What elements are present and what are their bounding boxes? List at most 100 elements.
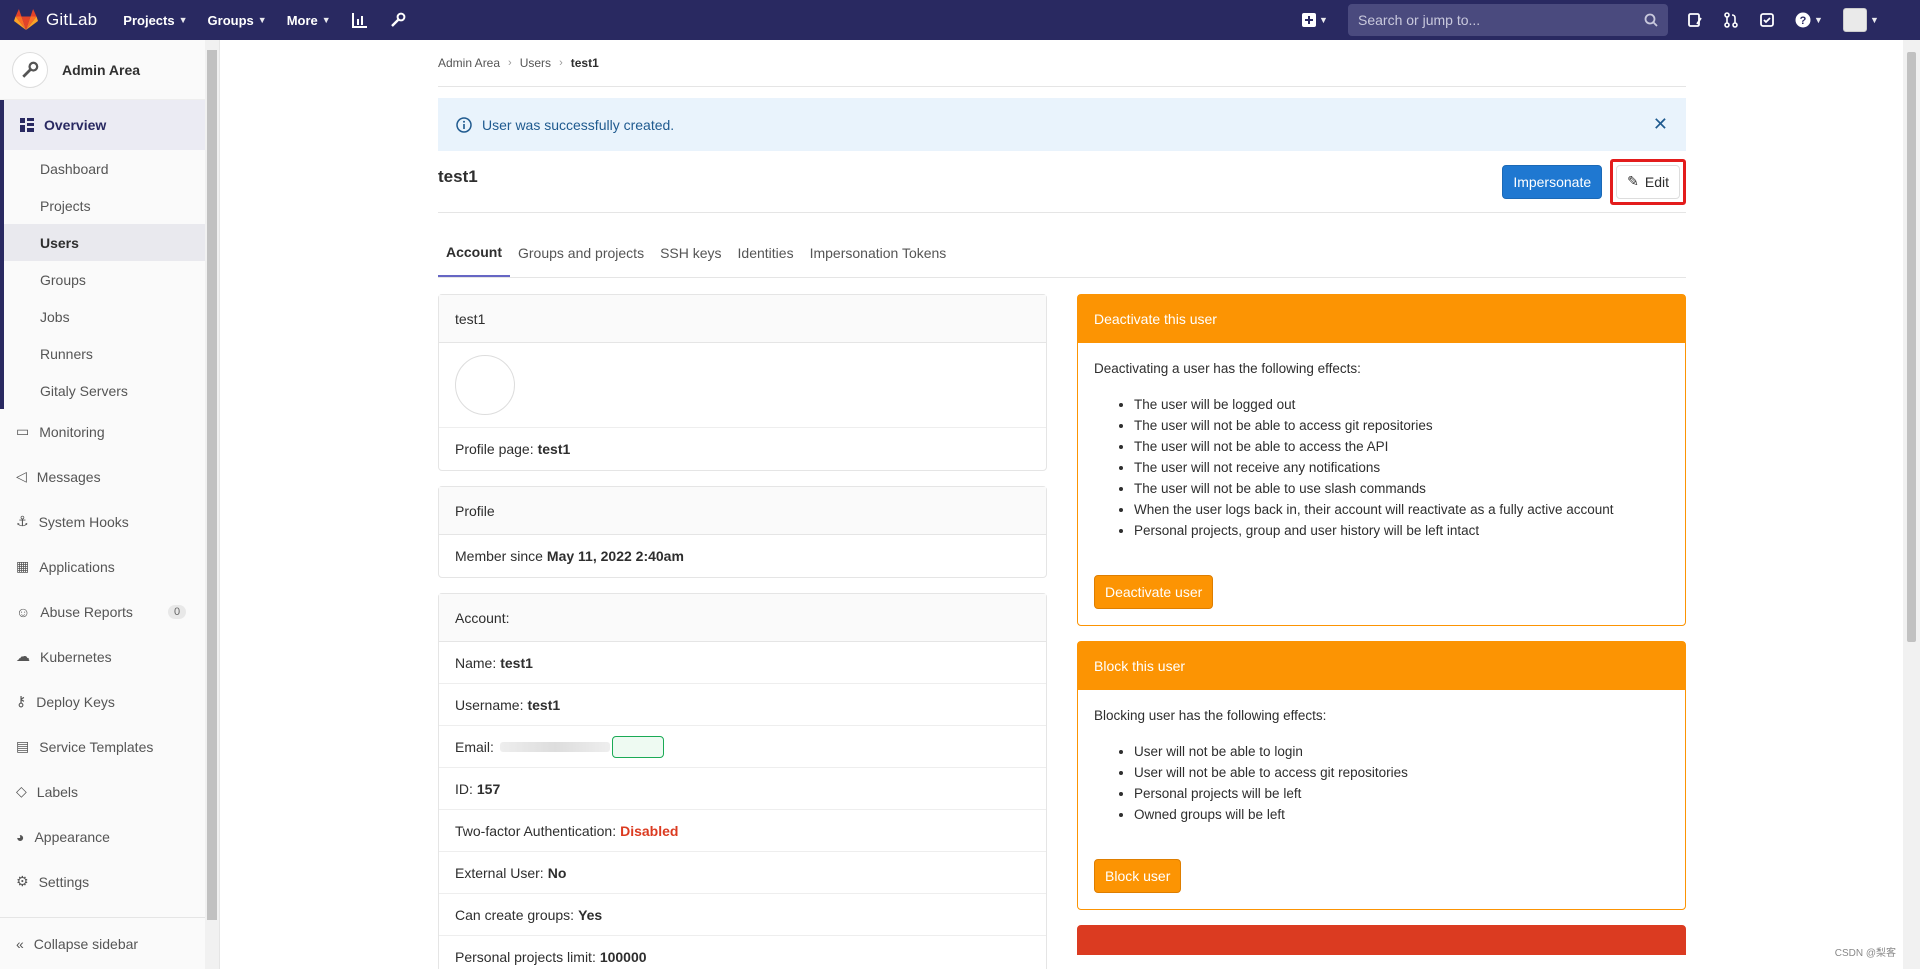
impersonate-button[interactable]: Impersonate [1502,164,1603,199]
merge-requests-icon[interactable] [1722,11,1740,29]
tab-impersonation-tokens[interactable]: Impersonation Tokens [802,228,955,277]
edit-button[interactable]: ✎ Edit [1616,164,1680,199]
account-row-can-create-groups: Can create groups: Yes [439,894,1046,936]
sidebar-item-runners[interactable]: Runners [4,335,219,372]
field-label: Name: [455,654,497,671]
account-row-email: Email: [439,726,1046,768]
redacted-email [499,741,610,752]
hook-icon: ⚓ [16,513,29,529]
collapse-sidebar-label: Collapse sidebar [33,935,139,952]
user-card-header: test1 [439,295,1046,343]
sidebar-item-users[interactable]: Users [4,224,219,261]
user-tabs: Account Groups and projects SSH keys Ide… [438,228,1686,278]
nav-projects-dropdown[interactable]: Projects ▼ [123,13,187,28]
chevron-right-icon: › [559,57,563,69]
block-user-button[interactable]: Block user [1094,859,1182,893]
nav-more-dropdown[interactable]: More ▼ [287,13,331,28]
issues-icon[interactable] [1686,11,1704,29]
brand-name: GitLab [46,10,98,29]
close-icon[interactable]: ✕ [1653,114,1668,135]
profile-page-row: Profile page: test1 [439,428,1046,470]
chevron-down-icon: ▼ [178,15,188,25]
sidebar-item-deploy-keys[interactable]: ⚷ Deploy Keys [0,679,219,724]
sidebar-item-projects[interactable]: Projects [4,187,219,224]
account-row-external: External User: No [439,852,1046,894]
list-item: The user will not be able to use slash c… [1134,478,1669,499]
chevron-right-icon: › [508,57,512,69]
overview-subnav: Dashboard Projects Users Groups Jobs Run… [0,150,219,409]
sidebar-item-settings[interactable]: ⚙ Settings [0,859,219,904]
field-value: No [547,864,567,881]
sidebar-item-messages[interactable]: ◁ Messages [0,454,219,499]
label-icon: ◇ [16,783,27,799]
list-item: Owned groups will be left [1134,804,1669,825]
status-badge: Disabled [620,822,679,839]
wrench-icon[interactable] [389,11,407,29]
count-badge: 0 [168,604,187,619]
tanuki-icon [14,9,38,30]
tab-groups-and-projects[interactable]: Groups and projects [510,228,652,277]
deactivate-user-button[interactable]: Deactivate user [1094,575,1214,609]
nav-groups-dropdown[interactable]: Groups ▼ [208,13,267,28]
sidebar-item-abuse-reports[interactable]: ☺ Abuse Reports 0 [0,589,219,634]
tab-account[interactable]: Account [438,228,510,277]
profile-page-link[interactable]: test1 [538,441,571,457]
sidebar-item-gitaly-servers[interactable]: Gitaly Servers [4,372,219,409]
profile-card: Profile Member since May 11, 2022 2:40am [438,486,1047,578]
breadcrumb-users[interactable]: Users [520,56,551,70]
sidebar-item-system-hooks[interactable]: ⚓ System Hooks [0,499,219,544]
user-card: test1 Profile page: test1 [438,294,1047,471]
tab-ssh-keys[interactable]: SSH keys [652,228,729,277]
sidebar-item-overview[interactable]: Overview [0,100,219,150]
sidebar-item-applications[interactable]: ▦ Applications [0,544,219,589]
wrench-icon [12,51,48,88]
account-row-id: ID: 157 [439,768,1046,810]
sidebar-header[interactable]: Admin Area [0,40,219,100]
sidebar-item-jobs[interactable]: Jobs [4,298,219,335]
sidebar-item-service-templates[interactable]: ▤ Service Templates [0,724,219,769]
activity-chart-icon[interactable] [351,11,369,29]
list-item: User will not be able to access git repo… [1134,762,1669,783]
search-box[interactable] [1348,4,1668,36]
sidebar-item-label: Settings [38,873,90,890]
todos-icon[interactable] [1758,11,1776,29]
double-chevron-left-icon: « [16,935,24,952]
user-menu-dropdown[interactable]: ▼ [1842,8,1880,32]
help-dropdown[interactable]: ? ▼ [1794,11,1824,29]
sidebar-main-nav: ▭ Monitoring ◁ Messages ⚓ System Hooks ▦ App… [0,409,219,904]
list-item: The user will not be able to access the … [1134,436,1669,457]
member-since-row: Member since May 11, 2022 2:40am [439,535,1046,577]
admin-sidebar: Admin Area Overview Dashboard Projects U… [0,40,220,969]
sidebar-item-kubernetes[interactable]: ☁ Kubernetes [0,634,219,679]
search-input[interactable] [1358,12,1628,28]
tab-identities[interactable]: Identities [730,228,802,277]
chevron-down-icon: ▼ [1319,15,1328,25]
page-scrollbar[interactable] [1903,40,1920,969]
new-item-dropdown[interactable]: ▼ [1300,11,1330,29]
field-value: test1 [527,696,561,713]
sidebar-item-label: Labels [36,783,79,800]
list-item: The user will not receive any notificati… [1134,457,1669,478]
account-card-header: Account: [439,594,1046,642]
nav-groups-label: Groups [207,12,254,28]
collapse-sidebar-button[interactable]: « Collapse sidebar [0,917,205,969]
chevron-down-icon: ▼ [257,15,267,25]
top-navbar: GitLab Projects ▼ Groups ▼ More ▼ ▼ Sear… [0,0,1920,40]
breadcrumb-admin-area[interactable]: Admin Area [438,56,500,70]
field-value: 157 [476,780,501,797]
sidebar-item-appearance[interactable]: ◕ Appearance [0,814,219,859]
gitlab-logo[interactable]: GitLab [14,9,97,31]
scrollbar-thumb[interactable] [207,50,217,920]
deactivate-card: Deactivate this user Deactivating a user… [1077,294,1686,626]
palette-icon: ◕ [16,828,25,845]
sidebar-item-labels[interactable]: ◇ Labels [0,769,219,814]
sidebar-item-groups[interactable]: Groups [4,261,219,298]
breadcrumb-current[interactable]: test1 [571,56,599,70]
sidebar-item-monitoring[interactable]: ▭ Monitoring [0,409,219,454]
highlight-box: ✎ Edit [1610,158,1686,205]
field-label: External User: [455,864,544,881]
sidebar-scrollbar[interactable] [205,40,219,969]
sidebar-item-dashboard[interactable]: Dashboard [4,150,219,187]
sidebar-item-label: Applications [39,558,115,575]
scrollbar-thumb[interactable] [1907,52,1916,642]
